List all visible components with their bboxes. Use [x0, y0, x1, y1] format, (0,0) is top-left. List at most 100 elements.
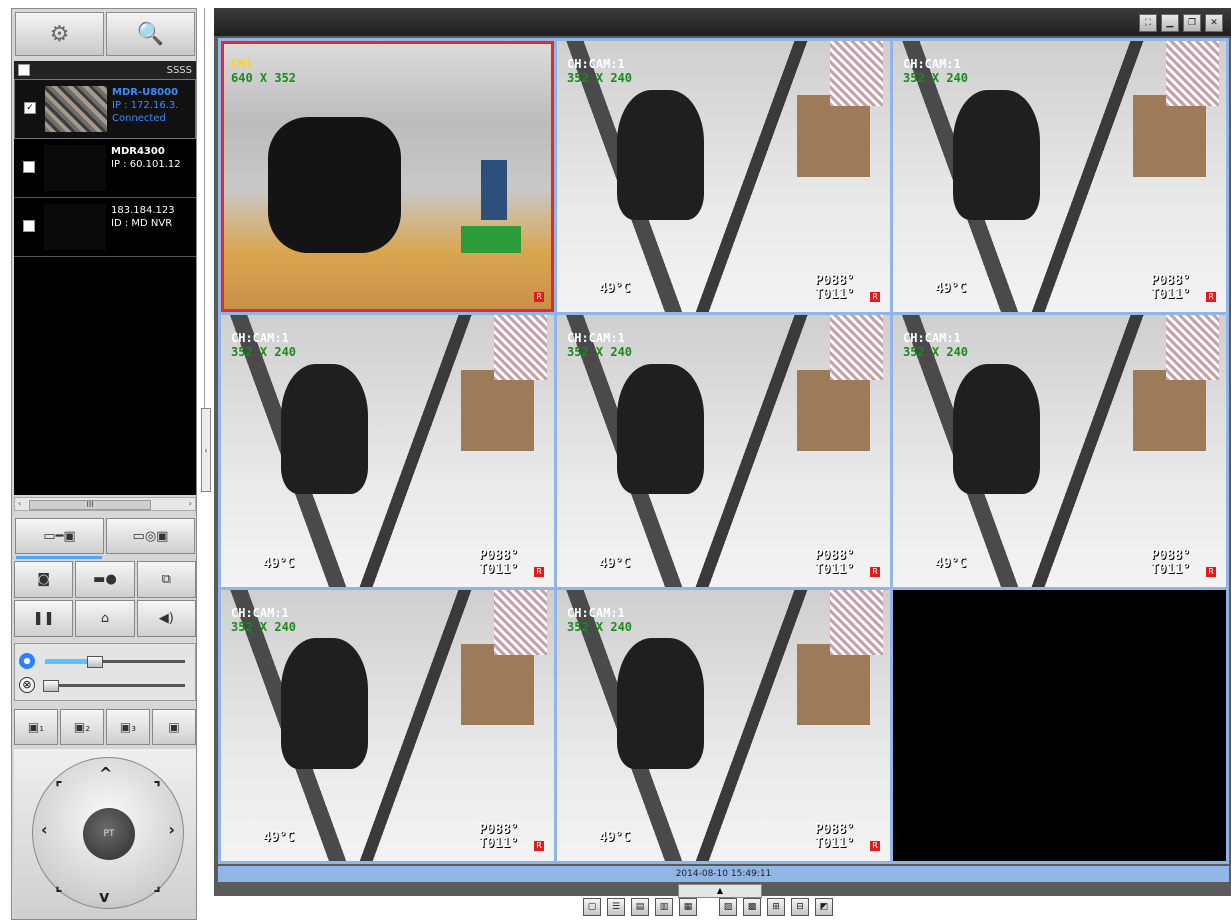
volume-slider[interactable]: ⊗: [19, 676, 191, 694]
layout-1-button[interactable]: ▢: [583, 898, 601, 916]
pause-button[interactable]: ❚❚: [14, 600, 74, 637]
device-ip: ID : MD NVR: [111, 218, 173, 229]
channel-label: CH:CAM:1 352 X 240: [231, 606, 296, 634]
layout-button[interactable]: ⧉: [136, 561, 196, 598]
camera-cell[interactable]: CH:CAM:1 352 X 240 49°C P088° T011° R: [221, 589, 554, 861]
video-content: [952, 364, 1040, 495]
layout-13-button[interactable]: ▨: [719, 898, 737, 916]
device-checkbox[interactable]: [23, 161, 35, 173]
device-status: Connected: [112, 113, 166, 124]
camera-cell[interactable]: CH:CAM:1 352 X 240 49°C P088° T011° R: [893, 315, 1226, 587]
device-name: MDR4300: [111, 146, 165, 157]
main-view: ⛶ ▁ ❐ ✕ CH1 640 X 352 R CH:CAM:1 352 X 240 49…: [214, 8, 1231, 898]
connect-button[interactable]: ▭━▣: [15, 518, 104, 554]
ptz-upleft-arrow[interactable]: ⌜: [55, 778, 63, 797]
brightness-slider[interactable]: [19, 652, 191, 670]
camera-cell[interactable]: CH:CAM:1 352 X 240 49°C P088° T011° R: [221, 315, 554, 587]
channel-name: CH:CAM:1: [903, 331, 961, 346]
layout-4-button[interactable]: ☰: [607, 898, 625, 916]
camera-cell[interactable]: [893, 589, 1226, 861]
record-indicator-icon: R: [534, 292, 544, 303]
ptz-center-button[interactable]: PT: [83, 808, 135, 860]
record-indicator-icon: R: [534, 566, 544, 577]
close-button[interactable]: ✕: [1205, 14, 1223, 32]
ptz-up-arrow[interactable]: ^: [99, 764, 112, 783]
layout-8-button[interactable]: ▥: [655, 898, 673, 916]
video-content: [494, 589, 548, 655]
device-ip: IP : 172.16.3.: [112, 100, 179, 111]
camera-cell[interactable]: CH:CAM:1 352 X 240 49°C P088° T011° R: [893, 41, 1226, 313]
device-item[interactable]: MDR4300 IP : 60.101.12: [14, 139, 196, 198]
record-indicator-icon: R: [870, 292, 880, 303]
ptz-downleft-arrow[interactable]: ⌞: [55, 875, 63, 894]
disconnect-button[interactable]: ▭◎▣: [106, 518, 195, 554]
layout-6-button[interactable]: ▤: [631, 898, 649, 916]
camera-cell[interactable]: CH:CAM:1 352 X 240 49°C P088° T011° R: [557, 41, 890, 313]
search-button[interactable]: 🔍: [106, 12, 195, 56]
preset-button-1[interactable]: ▣₁: [14, 709, 58, 745]
device-list-scrollbar[interactable]: ‹ III ›: [14, 497, 196, 511]
scroll-thumb[interactable]: III: [29, 500, 151, 510]
ptz-down-arrow[interactable]: v: [99, 887, 109, 906]
video-content: [830, 315, 884, 381]
top-toolbar: ⚙ 🔍: [14, 11, 196, 57]
layout-36-button[interactable]: ⊟: [791, 898, 809, 916]
scroll-right-arrow[interactable]: ›: [189, 499, 192, 508]
settings-button[interactable]: ⚙: [15, 12, 104, 56]
channel-resolution: 352 X 240: [567, 619, 633, 634]
slider-knob[interactable]: [87, 656, 103, 668]
temperature-readout: 49°C: [599, 555, 631, 571]
restore-button[interactable]: ❐: [1183, 14, 1201, 32]
video-content: [1132, 95, 1207, 177]
video-content: [494, 315, 548, 381]
pan-value: P088°: [478, 547, 518, 563]
slider-fill: [45, 659, 91, 664]
connection-controls: ▭━▣ ▭◎▣: [14, 517, 196, 555]
camera-cell[interactable]: CH1 640 X 352 R: [221, 41, 554, 313]
video-content: [460, 225, 521, 253]
camera-cell[interactable]: CH:CAM:1 352 X 240 49°C P088° T011° R: [557, 589, 890, 861]
video-content: [952, 89, 1040, 221]
preset-button-4[interactable]: ▣: [152, 709, 196, 745]
device-item[interactable]: 183.184.123 ID : MD NVR: [14, 198, 196, 257]
channel-name: CH:CAM:1: [567, 605, 625, 620]
preset-button-3[interactable]: ▣₃: [106, 709, 150, 745]
fullscreen-button[interactable]: ⛶: [1139, 14, 1157, 32]
bottom-panel-toggle[interactable]: ▲: [678, 884, 762, 898]
slider-track: [45, 684, 185, 687]
tilt-value: T011°: [1150, 287, 1190, 303]
layout-16-button[interactable]: ▩: [743, 898, 761, 916]
lock-icon: ⌂: [100, 611, 110, 626]
channel-name: CH:CAM:1: [903, 57, 961, 71]
ptz-downright-arrow[interactable]: ⌟: [154, 875, 162, 894]
camera-cell[interactable]: CH:CAM:1 352 X 240 49°C P088° T011° R: [557, 315, 890, 587]
panel-collapse-handle[interactable]: ‹: [201, 408, 211, 492]
device-checkbox[interactable]: [23, 220, 35, 232]
preset-button-2[interactable]: ▣₂: [60, 709, 104, 745]
device-thumbnail: [44, 145, 106, 191]
custom-layout-button[interactable]: ◩: [815, 898, 833, 916]
ptz-upright-arrow[interactable]: ⌝: [154, 778, 162, 797]
video-content: [1132, 369, 1207, 451]
lock-button[interactable]: ⌂: [75, 600, 135, 637]
minimize-icon: ▁: [1166, 18, 1174, 28]
layout-25-button[interactable]: ⊞: [767, 898, 785, 916]
select-all-checkbox[interactable]: [18, 64, 30, 76]
audio-button[interactable]: ◀): [136, 600, 196, 637]
record-indicator-icon: R: [870, 566, 880, 577]
device-item[interactable]: ✓ MDR-U8000 IP : 172.16.3. Connected: [14, 79, 196, 139]
ptz-left-arrow[interactable]: ‹: [41, 820, 48, 839]
layout-9-button[interactable]: ▦: [679, 898, 697, 916]
video-content: [796, 369, 871, 451]
snapshot-button[interactable]: ◙: [14, 561, 74, 598]
title-bar: ⛶ ▁ ❐ ✕: [214, 8, 1231, 36]
view-mode-icons[interactable]: SSSS: [167, 65, 192, 76]
scroll-left-arrow[interactable]: ‹: [18, 499, 21, 508]
channel-resolution: 352 X 240: [903, 71, 969, 85]
record-button[interactable]: ▬●: [75, 561, 135, 598]
device-checkbox[interactable]: ✓: [24, 102, 36, 114]
eye-icon: [19, 653, 35, 669]
minimize-button[interactable]: ▁: [1161, 14, 1179, 32]
slider-knob[interactable]: [43, 680, 59, 692]
ptz-right-arrow[interactable]: ›: [168, 820, 175, 839]
